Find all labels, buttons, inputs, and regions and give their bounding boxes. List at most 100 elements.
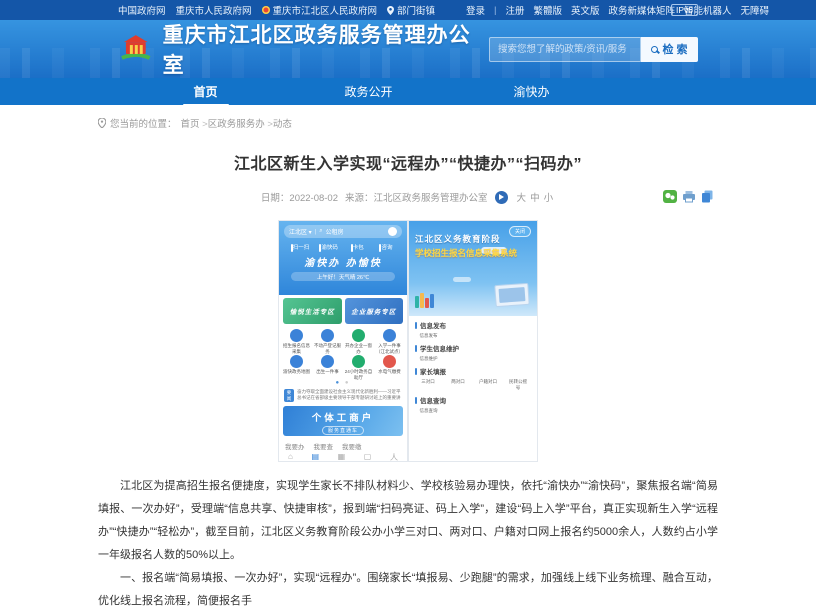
tab-underline [183, 104, 229, 106]
article-title: 江北区新生入学实现“远程办”“快捷办”“扫码办” [0, 150, 816, 174]
font-size-option[interactable]: 小 [544, 193, 554, 204]
ipv6-badge: IPv6 [671, 4, 698, 16]
article-source: 来源：江北区政务服务管理办公室 [345, 190, 488, 204]
nav-tab[interactable]: 渝快办 [450, 78, 613, 105]
main-nav: 首页 政务公开 渝快办 [0, 78, 816, 105]
app-service-item: 招生报名信息采集 [281, 329, 312, 354]
link-chongqing-gov[interactable]: 重庆市人民政府网 [176, 3, 252, 17]
laptop-illustration [494, 283, 529, 307]
search-input[interactable] [489, 37, 641, 62]
system-section-item: 信息发布 [417, 333, 440, 339]
app-weather-bar: 上午好！天气晴 26℃ [291, 272, 395, 281]
app-banner-business: 个体工商户 服务直通车 [283, 406, 403, 436]
share-toolbar [663, 190, 714, 203]
audio-read-icon[interactable] [495, 191, 508, 204]
app-bottom-tab: 我要缴 [342, 441, 362, 451]
breadcrumb-prefix: 您当前的位置： [110, 116, 177, 130]
app-service-icon [383, 329, 396, 342]
system-section: 信息发布 信息发布 [409, 316, 537, 339]
app-service-icon [321, 329, 334, 342]
app-quick-item: 扫一扫 [287, 243, 313, 251]
topbar-link[interactable]: 英文版 [571, 3, 600, 17]
app-service-item: 出生一件事 [312, 355, 343, 380]
app-tabbar-icon: ⌂ [288, 452, 293, 461]
article-meta: 日期：2022-08-02 来源：江北区政务服务管理办公室 大中小 [98, 189, 718, 205]
site-brand[interactable]: 重庆市江北区政务服务管理办公室 [118, 20, 489, 78]
site-search: 检 索 [489, 37, 698, 62]
nav-tab[interactable]: 首页 [124, 78, 287, 105]
topbar-link[interactable]: 繁體版 [533, 3, 562, 17]
font-size-option[interactable]: 大 [517, 193, 527, 204]
app-service-item: 水电气缴费 [374, 355, 405, 380]
national-emblem-icon [262, 6, 270, 14]
tab-underline [509, 104, 555, 106]
topbar-link: | [494, 5, 496, 16]
breadcrumb-item[interactable]: 区政务服务办 [208, 116, 273, 130]
app-tabbar-icon: 人 [390, 452, 398, 461]
article-figure: 江北区 ▾ | ⌕ 公租房 扫一扫 渝快码 [279, 221, 537, 461]
app-banner-biz: 企业服务专区 [345, 298, 404, 324]
app-bottom-tab: 我要查 [314, 441, 334, 451]
topbar-links-left: 中国政府网 重庆市人民政府网 重庆市江北区人民政府网 部门街镇 [118, 3, 445, 17]
app-hero: 江北区 ▾ | ⌕ 公租房 扫一扫 渝快码 [279, 221, 407, 295]
app-tabbar-icon: ▢ [364, 452, 372, 461]
font-size-option[interactable]: 中 [530, 193, 540, 204]
site-logo [118, 32, 154, 66]
app-service-item: 入学一件事（江北试点） [374, 329, 405, 354]
breadcrumb-item[interactable]: 动态 [273, 116, 292, 130]
app-news-badge: 要闻 [284, 389, 294, 401]
system-section-item: 三对口 [417, 379, 439, 391]
figure-system-panel: 关闭 江北区义务教育阶段 学校招生报名信息采集系统 信息发布 信息发布 学生信息… [409, 221, 537, 461]
system-section-item: 信息维护 [417, 356, 440, 362]
app-tabbar-icon: ▤ [311, 452, 319, 461]
app-service-icon [383, 355, 396, 368]
app-quick-item: 咨询 [373, 243, 399, 251]
print-icon[interactable] [682, 190, 696, 203]
site-title: 重庆市江北区政务服务管理办公室 [163, 20, 489, 78]
link-departments[interactable]: 部门街镇 [387, 3, 435, 17]
books-illustration [415, 293, 434, 308]
system-subtitle: 学校招生报名信息采集系统 [415, 247, 531, 259]
app-service-icon [290, 355, 303, 368]
app-service-icon [352, 355, 365, 368]
app-service-icon [290, 329, 303, 342]
system-section-item: 户籍对口 [477, 379, 499, 391]
topbar: 中国政府网 重庆市人民政府网 重庆市江北区人民政府网 部门街镇 登录 | 注册繁體版… [0, 0, 816, 20]
topbar-link[interactable]: 注册 [505, 3, 524, 17]
cloud-decoration [453, 277, 471, 282]
search-icon [651, 46, 658, 53]
topbar-link[interactable]: 政务新媒体矩阵 [609, 3, 676, 17]
link-china-gov[interactable]: 中国政府网 [118, 3, 166, 17]
app-bottom-tab: 我要办 [285, 441, 305, 451]
app-banner-life: 愉悦生活专区 [283, 298, 342, 324]
article-date: 日期：2022-08-02 [261, 190, 338, 204]
article-paragraph: 江北区为提高招生报名便捷度，实现学生家长不排队材料少、学校核验易办理快，依托“渝… [98, 475, 718, 567]
figure-app-panel: 江北区 ▾ | ⌕ 公租房 扫一扫 渝快码 [279, 221, 407, 461]
app-service-item: 渝快政务地图 [281, 355, 312, 380]
system-section-item: 信息查询 [417, 408, 440, 414]
app-service-icon [321, 355, 334, 368]
app-quick-item: 卡包 [344, 243, 370, 251]
topbar-links-right: 登录|注册繁體版英文版政务新媒体矩阵智能机器人无障碍 [457, 3, 769, 17]
system-title: 江北区义务教育阶段 [415, 233, 531, 245]
system-section-item: 民转公摇号 [507, 379, 529, 391]
breadcrumb: 您当前的位置： 首页区政务服务办动态 [98, 116, 718, 130]
nav-tab[interactable]: 政务公开 [287, 78, 450, 105]
system-banner: 关闭 江北区义务教育阶段 学校招生报名信息采集系统 [409, 221, 537, 316]
topbar-link[interactable]: 无障碍 [741, 3, 770, 17]
system-section: 学生信息维护 信息维护 [409, 339, 537, 362]
copy-icon[interactable] [701, 190, 714, 203]
search-button[interactable]: 检 索 [641, 37, 698, 62]
wechat-share-icon[interactable] [663, 190, 677, 203]
app-service-item: 24小时政务自助厅 [343, 355, 374, 380]
app-tabbar-icon: ▦ [338, 452, 346, 461]
site-header: 重庆市江北区政务服务管理办公室 检 索 [0, 20, 816, 78]
breadcrumb-item[interactable]: 首页 [181, 116, 208, 130]
link-jiangbei-gov[interactable]: 重庆市江北区人民政府网 [262, 3, 378, 17]
system-section: 家长填报 三对口两对口户籍对口民转公摇号 [409, 362, 537, 391]
topbar-link[interactable]: 登录 [466, 3, 485, 17]
system-section: 信息查询 信息查询 [409, 391, 537, 414]
app-slogan: 渝快办 办愉快 [284, 254, 402, 269]
app-avatar [388, 227, 397, 236]
article-paragraph: 一、报名端“简易填报、一次办好”，实现“远程办”。围绕家长“填报易、少跑腿”的需… [98, 567, 718, 613]
